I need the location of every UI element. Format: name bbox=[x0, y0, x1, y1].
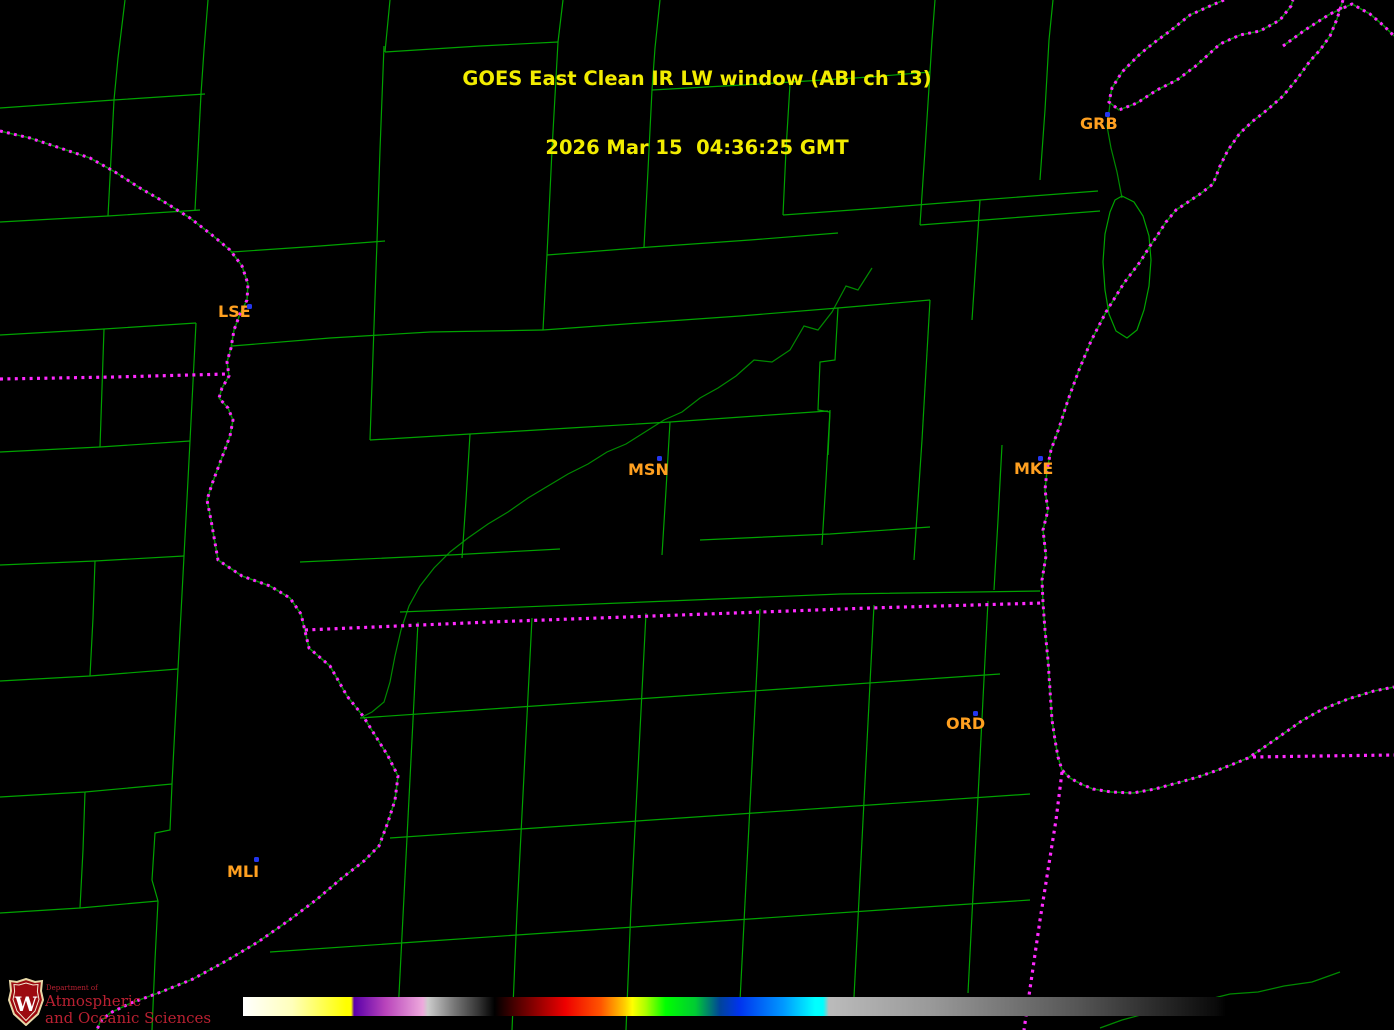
satellite-image-viewport: GRB LSE MSN MKE ORD MLI GOES East Clean IR LW… bbox=[0, 0, 1394, 1030]
image-title: GOES East Clean IR LW window (ABI ch 13)… bbox=[0, 21, 1394, 205]
station-dot-msn bbox=[657, 456, 662, 461]
county-line bbox=[0, 783, 173, 798]
county-line bbox=[99, 328, 105, 448]
aos-logo: W Department of Atmospheric and Oceanic … bbox=[6, 977, 246, 1029]
county-line bbox=[546, 232, 839, 256]
city-label-mli: MLI bbox=[227, 862, 260, 881]
mississippi-river-border bbox=[0, 129, 400, 1030]
county-line bbox=[739, 608, 761, 1002]
city-label-msn: MSN bbox=[628, 460, 669, 479]
city-label-lse: LSE bbox=[218, 302, 251, 321]
county-line bbox=[231, 240, 386, 253]
logo-line1: Atmospheric bbox=[45, 992, 142, 1010]
station-dot-mli bbox=[254, 857, 259, 862]
county-line bbox=[921, 299, 931, 441]
county-line bbox=[369, 240, 378, 441]
county-line bbox=[853, 604, 875, 998]
city-label-mke: MKE bbox=[1014, 459, 1054, 478]
county-line bbox=[89, 560, 96, 677]
station-dot-ord bbox=[973, 711, 978, 716]
product-title: GOES East Clean IR LW window (ABI ch 13) bbox=[462, 67, 932, 90]
county-line bbox=[369, 410, 829, 441]
county-line bbox=[177, 555, 185, 670]
logo-dept-label: Department of bbox=[46, 984, 98, 992]
uw-crest-icon: W bbox=[8, 978, 44, 1026]
county-line bbox=[699, 526, 931, 541]
county-line bbox=[399, 590, 1041, 613]
lake-winnebago bbox=[1102, 195, 1152, 339]
county-line bbox=[0, 322, 197, 336]
crest-letter: W bbox=[14, 992, 38, 1016]
ir-temperature-colorbar bbox=[243, 997, 1226, 1016]
county-line bbox=[661, 421, 671, 556]
mn-ia-state-border bbox=[0, 372, 229, 381]
logo-line2: and Oceanic Sciences bbox=[45, 1009, 212, 1027]
county-line bbox=[542, 299, 931, 331]
county-line bbox=[919, 210, 1101, 226]
city-label-ord: ORD bbox=[946, 714, 986, 733]
county-line bbox=[183, 440, 191, 557]
county-line bbox=[993, 444, 1003, 591]
station-dot-lse bbox=[247, 304, 252, 309]
county-line bbox=[0, 440, 191, 453]
county-line bbox=[971, 199, 981, 321]
county-line bbox=[817, 307, 839, 456]
county-line bbox=[913, 439, 923, 561]
county-line bbox=[511, 617, 533, 1030]
county-line bbox=[821, 409, 831, 546]
county-line bbox=[0, 209, 201, 223]
county-line bbox=[171, 668, 179, 785]
county-line bbox=[231, 329, 544, 347]
mi-in-state-border bbox=[1252, 753, 1394, 759]
county-line bbox=[151, 783, 173, 902]
county-line bbox=[269, 899, 1031, 953]
county-line bbox=[0, 668, 179, 682]
county-line bbox=[359, 673, 1001, 719]
county-line bbox=[189, 322, 197, 442]
county-line bbox=[542, 254, 548, 331]
county-line bbox=[0, 555, 185, 566]
il-in-state-border bbox=[1022, 771, 1064, 1030]
mississippi-river-border-coastline bbox=[0, 130, 399, 1030]
station-dot-mke bbox=[1038, 456, 1043, 461]
timestamp: 2026 Mar 15 04:36:25 GMT bbox=[545, 136, 849, 159]
wi-il-state-border bbox=[304, 601, 1044, 632]
county-line bbox=[79, 791, 86, 909]
county-line bbox=[299, 548, 561, 563]
county-line bbox=[397, 621, 419, 1015]
wisconsin-river bbox=[363, 267, 873, 717]
county-line bbox=[389, 793, 1031, 839]
county-line bbox=[0, 900, 159, 914]
